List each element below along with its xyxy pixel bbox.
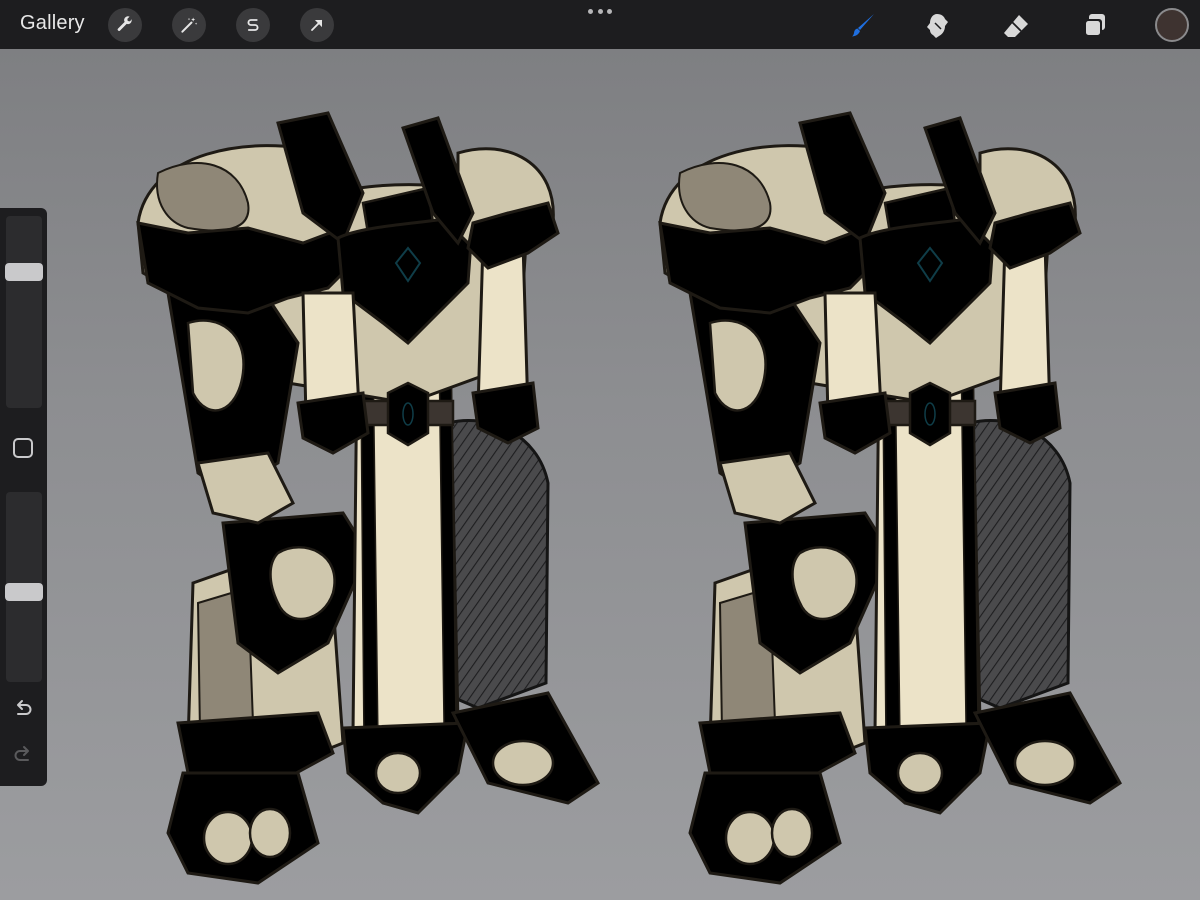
smudge-icon <box>927 14 948 38</box>
current-color-swatch[interactable] <box>1155 8 1189 42</box>
magic-wand-icon <box>181 17 198 33</box>
dot <box>588 8 593 14</box>
brush-button[interactable] <box>845 8 881 44</box>
brush-icon <box>852 14 874 37</box>
layers-button[interactable] <box>1077 8 1113 44</box>
top-toolbar: Gallery <box>0 0 1200 49</box>
drawing-canvas[interactable]: .g1 .trim { fill: #e0a83a; } .g1 .gem { … <box>0 49 1200 900</box>
eraser-icon <box>1004 15 1028 37</box>
armor-artwork: .g1 .trim { fill: #e0a83a; } .g1 .gem { … <box>136 111 1122 885</box>
actions-button[interactable] <box>108 8 142 42</box>
dot <box>597 8 603 14</box>
eraser-button[interactable] <box>998 8 1034 44</box>
dot <box>607 8 612 14</box>
layers-icon <box>1084 14 1105 37</box>
wrench-icon <box>117 16 133 31</box>
selection-button[interactable] <box>236 8 270 42</box>
selection-s-icon <box>247 19 259 31</box>
transform-button[interactable] <box>300 8 334 42</box>
adjustments-button[interactable] <box>172 8 206 42</box>
gold-armor-figure: .g1 .trim { fill: #e0a83a; } .g1 .gem { … <box>136 111 600 885</box>
more-options-dots[interactable] <box>588 6 612 16</box>
transform-arrow-icon <box>311 19 323 31</box>
bronze-armor-figure <box>658 111 1122 885</box>
gallery-button[interactable]: Gallery <box>20 12 85 35</box>
smudge-button[interactable] <box>920 8 956 44</box>
